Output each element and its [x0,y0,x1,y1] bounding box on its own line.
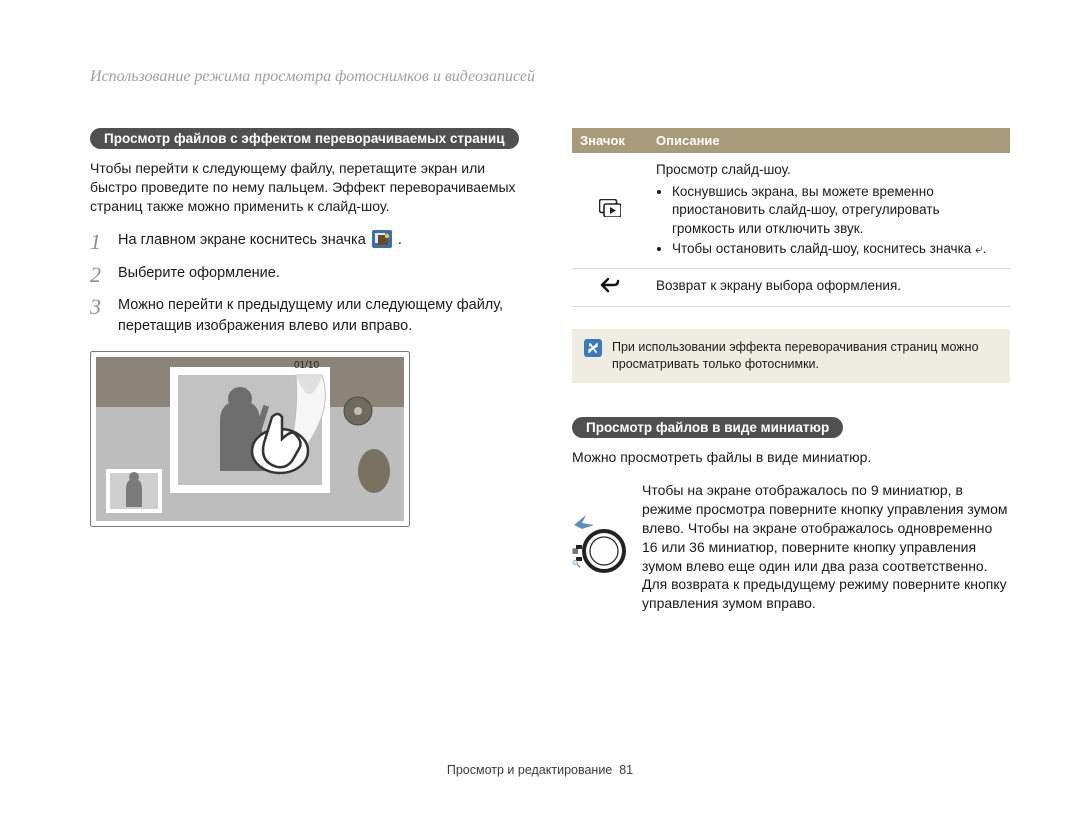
intro-paragraph: Чтобы перейти к следующему файлу, перета… [90,159,528,216]
zoom-dial-icon: ▦ 🔍 [572,511,628,584]
left-column: Просмотр файлов с эффектом переворачивае… [90,128,528,613]
subhead-page-turn: Просмотр файлов с эффектом переворачивае… [90,128,519,149]
row-bullet: Чтобы остановить слайд-шоу, коснитесь зн… [672,240,1002,258]
step-text: Выберите оформление. [118,263,280,284]
th-desc: Описание [648,128,1010,153]
thumbs-body: Чтобы на экране отображалось по 9 миниат… [642,481,1010,613]
step-number: 3 [90,295,108,319]
slideshow-icon [599,205,621,220]
steps-list: 1 На главном экране коснитесь значка . [90,230,528,337]
note-box: При использовании эффекта переворачивани… [572,329,1010,383]
step-text: На главном экране коснитесь значка . [118,230,402,255]
album-home-icon [372,230,392,255]
icon-description-table: Значок Описание [572,128,1010,307]
step-text: Можно перейти к предыдущему или следующе… [118,295,528,337]
thumbs-intro: Можно просмотреть файлы в виде миниатюр. [572,448,1010,467]
row-title: Просмотр слайд-шоу. [656,161,1002,179]
svg-text:▦: ▦ [572,548,579,555]
page-footer: Просмотр и редактирование 81 [0,763,1080,777]
row-bullet: Коснувшись экрана, вы можете временно пр… [672,183,1002,238]
screenshot-counter: 01/10 [294,360,354,371]
note-text: При использовании эффекта переворачивани… [612,339,998,373]
row-desc: Возврат к экрану выбора оформления. [648,269,1010,307]
right-column: Значок Описание [572,128,1010,613]
step-number: 2 [90,263,108,287]
back-icon [600,281,620,296]
page-title: Использование режима просмотра фотоснимк… [90,68,1010,86]
svg-text:🔍: 🔍 [572,559,581,568]
subhead-thumbnails: Просмотр файлов в виде миниатюр [572,417,843,438]
table-row: Просмотр слайд-шоу. Коснувшись экрана, в… [572,153,1010,269]
th-icon: Значок [572,128,648,153]
table-row: Возврат к экрану выбора оформления. [572,269,1010,307]
page-turn-illustration: 01/10 [90,351,528,541]
step-number: 1 [90,230,108,254]
info-icon [584,339,602,357]
